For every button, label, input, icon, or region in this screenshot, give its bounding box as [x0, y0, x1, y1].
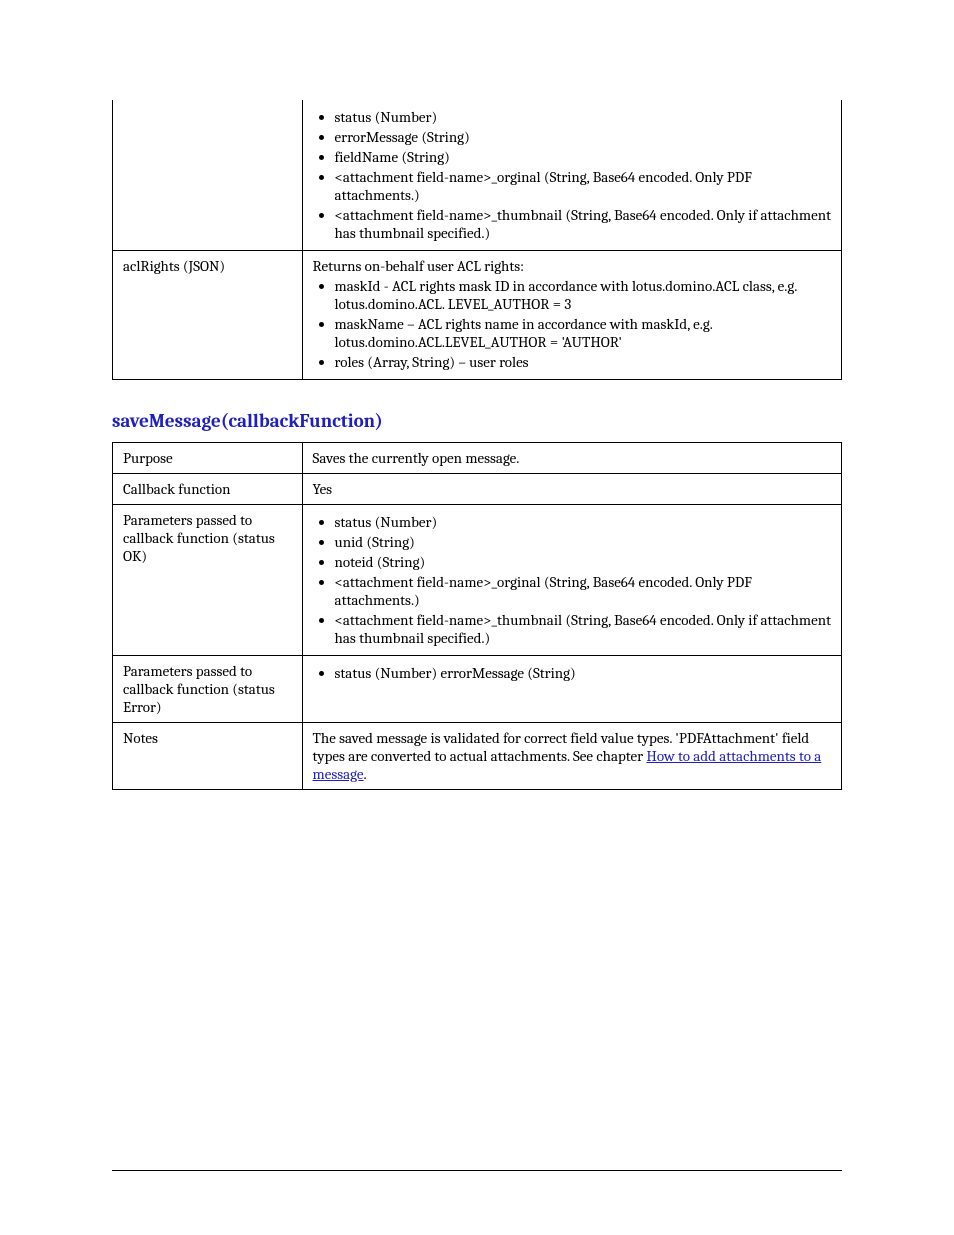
- bullet-list: status (Number) unid (String) noteid (St…: [313, 513, 831, 647]
- table-row: aclRights (JSON) Returns on-behalf user …: [113, 251, 842, 380]
- acl-intro: Returns on-behalf user ACL rights:: [313, 257, 525, 275]
- notes-text-post: .: [364, 765, 367, 783]
- table-row: Purpose Saves the currently open message…: [113, 443, 842, 474]
- list-item: errorMessage (String): [335, 128, 831, 146]
- list-item: status (Number): [335, 108, 831, 126]
- row-value-cell: Yes: [302, 474, 841, 505]
- table-row: status (Number) errorMessage (String) fi…: [113, 100, 842, 251]
- api-table-savemessage: Purpose Saves the currently open message…: [112, 442, 842, 790]
- table-row: Callback function Yes: [113, 474, 842, 505]
- section-heading-savemessage: saveMessage(callbackFunction): [112, 410, 842, 432]
- row-value-cell: status (Number) errorMessage (String) fi…: [302, 100, 841, 251]
- table-row: Parameters passed to callback function (…: [113, 505, 842, 656]
- list-item: fieldName (String): [335, 148, 831, 166]
- list-item: noteid (String): [335, 553, 831, 571]
- row-label-cell: Notes: [113, 723, 303, 790]
- list-item: unid (String): [335, 533, 831, 551]
- row-label-cell: Parameters passed to callback function (…: [113, 505, 303, 656]
- list-item: maskName – ACL rights name in accordance…: [335, 315, 831, 351]
- list-item: <attachment field-name>_thumbnail (Strin…: [335, 206, 831, 242]
- list-item: maskId - ACL rights mask ID in accordanc…: [335, 277, 831, 313]
- bullet-list: maskId - ACL rights mask ID in accordanc…: [313, 277, 831, 371]
- row-label-cell: [113, 100, 303, 251]
- list-item: <attachment field-name>_thumbnail (Strin…: [335, 611, 831, 647]
- row-label-cell: aclRights (JSON): [113, 251, 303, 380]
- table-row: Parameters passed to callback function (…: [113, 656, 842, 723]
- row-label-cell: Callback function: [113, 474, 303, 505]
- list-item: <attachment field-name>_orginal (String,…: [335, 168, 831, 204]
- api-table-continued: status (Number) errorMessage (String) fi…: [112, 100, 842, 380]
- list-item: <attachment field-name>_orginal (String,…: [335, 573, 831, 609]
- row-value-cell: Saves the currently open message.: [302, 443, 841, 474]
- footer-divider: [112, 1170, 842, 1171]
- bullet-list: status (Number) errorMessage (String) fi…: [313, 108, 831, 242]
- row-value-cell: The saved message is validated for corre…: [302, 723, 841, 790]
- row-value-cell: status (Number) unid (String) noteid (St…: [302, 505, 841, 656]
- row-label-cell: Parameters passed to callback function (…: [113, 656, 303, 723]
- bullet-list: status (Number) errorMessage (String): [313, 664, 831, 682]
- row-value-cell: Returns on-behalf user ACL rights: maskI…: [302, 251, 841, 380]
- row-label-cell: Purpose: [113, 443, 303, 474]
- list-item: roles (Array, String) – user roles: [335, 353, 831, 371]
- list-item: status (Number) errorMessage (String): [335, 664, 831, 682]
- list-item: status (Number): [335, 513, 831, 531]
- table-row: Notes The saved message is validated for…: [113, 723, 842, 790]
- row-value-cell: status (Number) errorMessage (String): [302, 656, 841, 723]
